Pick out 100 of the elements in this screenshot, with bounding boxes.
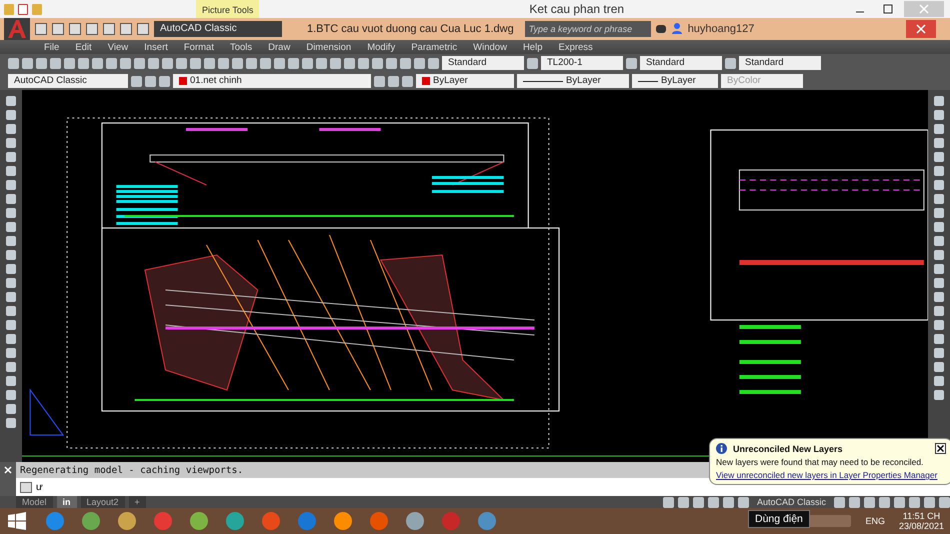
status-icon[interactable] bbox=[894, 496, 905, 508]
user-icon[interactable] bbox=[670, 22, 683, 36]
toolbar-icon[interactable] bbox=[386, 58, 397, 68]
toolbar-icon[interactable] bbox=[134, 58, 145, 68]
status-icon[interactable] bbox=[939, 496, 950, 508]
menu-item[interactable]: Dimension bbox=[298, 42, 360, 52]
status-icon[interactable] bbox=[909, 496, 920, 508]
prompt-icon[interactable] bbox=[20, 482, 32, 492]
status-icon[interactable] bbox=[834, 496, 845, 508]
toolbar-icon[interactable] bbox=[218, 58, 229, 68]
clock-date: 23/08/2021 bbox=[898, 521, 944, 531]
picture-tools-tab[interactable]: Picture Tools bbox=[196, 0, 260, 18]
windows-start-icon[interactable] bbox=[8, 512, 26, 530]
application-menu-button[interactable] bbox=[4, 18, 30, 40]
menu-item[interactable]: File bbox=[36, 42, 68, 52]
file-title: 1.BTC cau vuot duong cau Cua Luc 1.dwg bbox=[307, 23, 514, 35]
search-field[interactable]: Type a keyword or phrase bbox=[524, 21, 651, 37]
document-icon[interactable] bbox=[18, 4, 28, 14]
toolbar-icon[interactable] bbox=[302, 58, 313, 68]
toolbar-icon[interactable] bbox=[372, 58, 383, 68]
toolbar-icon[interactable] bbox=[86, 23, 98, 35]
status-icon[interactable] bbox=[924, 496, 935, 508]
status-icon[interactable] bbox=[849, 496, 860, 508]
toolbar-icon[interactable] bbox=[22, 58, 33, 68]
toolbar-icon[interactable] bbox=[148, 58, 159, 68]
toolbar-icon[interactable] bbox=[204, 58, 215, 68]
layer-dropdown[interactable]: 01.net chinh bbox=[173, 74, 371, 88]
toolbar-icon[interactable] bbox=[344, 58, 355, 68]
menu-item[interactable]: Draw bbox=[260, 42, 298, 52]
language-indicator[interactable]: ENG bbox=[865, 516, 885, 526]
status-icon[interactable] bbox=[662, 496, 674, 508]
toolbar-icon[interactable] bbox=[106, 58, 117, 68]
status-icon[interactable] bbox=[692, 496, 704, 508]
menu-item[interactable]: View bbox=[100, 42, 136, 52]
toolbar-icon[interactable] bbox=[145, 76, 156, 86]
toolbar-icon[interactable] bbox=[50, 58, 61, 68]
menu-item[interactable]: Edit bbox=[67, 42, 100, 52]
toolbar-icon[interactable] bbox=[288, 58, 299, 68]
toolbar-icon[interactable] bbox=[137, 23, 149, 35]
lineweight-dropdown[interactable]: ByLayer bbox=[632, 74, 718, 88]
toolbar-icon[interactable] bbox=[52, 23, 64, 35]
menu-item[interactable]: Parametric bbox=[403, 42, 466, 52]
toolbar-icon[interactable] bbox=[232, 58, 243, 68]
close-icon[interactable] bbox=[935, 443, 946, 454]
command-history: Regenerating model - caching viewports. bbox=[20, 464, 244, 476]
notification-link[interactable]: View unreconciled new layers in Layer Properties Manager bbox=[716, 470, 946, 480]
menu-item[interactable]: Format bbox=[176, 42, 222, 52]
workspace-dropdown[interactable]: AutoCAD Classic bbox=[8, 74, 128, 88]
toolbar-icon[interactable] bbox=[316, 58, 327, 68]
status-icon[interactable] bbox=[864, 496, 875, 508]
style-dropdown[interactable]: TL200-1 bbox=[541, 56, 623, 70]
menu-item[interactable]: Help bbox=[514, 42, 550, 52]
toolbar-icon[interactable] bbox=[274, 58, 285, 68]
toolbar-icon[interactable] bbox=[35, 23, 47, 35]
toolbar-icon[interactable] bbox=[176, 58, 187, 68]
toolbar-icon[interactable] bbox=[92, 58, 103, 68]
toolbar-icon[interactable] bbox=[120, 23, 132, 35]
notification-message: New layers were found that may need to be reconciled. bbox=[716, 457, 924, 467]
toolbar-icon[interactable] bbox=[260, 58, 271, 68]
add-tab-button[interactable]: + bbox=[128, 496, 146, 508]
toolbar-icon[interactable] bbox=[120, 58, 131, 68]
linetype-dropdown[interactable]: ByLayer bbox=[517, 74, 629, 88]
layout-tab[interactable]: Layout2 bbox=[80, 496, 125, 508]
status-icon[interactable] bbox=[722, 496, 734, 508]
menu-item[interactable]: Window bbox=[465, 42, 515, 52]
menu-item[interactable]: Insert bbox=[136, 42, 176, 52]
clock-time: 11:51 CH bbox=[902, 511, 940, 521]
menu-item[interactable]: Tools bbox=[222, 42, 260, 52]
toolbar-icon[interactable] bbox=[8, 58, 19, 68]
workspace-dropdown[interactable]: AutoCAD Classic bbox=[752, 497, 830, 507]
status-icon[interactable] bbox=[879, 496, 890, 508]
toolbar-icon[interactable] bbox=[358, 58, 369, 68]
layout-tab[interactable]: in bbox=[56, 496, 77, 508]
tooltip: Dùng điện bbox=[748, 510, 810, 528]
style-dropdown[interactable]: Standard bbox=[739, 56, 821, 70]
layout-tab[interactable]: Model bbox=[16, 496, 53, 508]
window-title: Ket cau phan tren bbox=[529, 2, 626, 16]
status-icon[interactable] bbox=[708, 496, 719, 508]
status-icon[interactable] bbox=[678, 496, 689, 508]
menu-item[interactable]: Modify bbox=[359, 42, 404, 52]
toolbar-icon[interactable] bbox=[162, 58, 173, 68]
status-icon[interactable] bbox=[738, 496, 749, 508]
workspace-dropdown[interactable]: AutoCAD Classic bbox=[154, 21, 282, 37]
user-name[interactable]: huyhoang127 bbox=[688, 23, 754, 35]
notification-title: Unreconciled New Layers bbox=[733, 444, 844, 454]
style-dropdown[interactable]: Standard bbox=[442, 56, 524, 70]
toolbar-icon[interactable] bbox=[69, 23, 81, 35]
style-dropdown[interactable]: Standard bbox=[640, 56, 722, 70]
toolbar-icon[interactable] bbox=[190, 58, 201, 68]
toolbar-icon[interactable] bbox=[400, 58, 411, 68]
color-dropdown[interactable]: ByLayer bbox=[416, 74, 514, 88]
menu-item[interactable]: Express bbox=[550, 42, 601, 52]
close-icon[interactable] bbox=[0, 462, 16, 478]
toolbar-icon[interactable] bbox=[414, 58, 425, 68]
toolbar-icon[interactable] bbox=[36, 58, 47, 68]
toolbar-icon[interactable] bbox=[64, 58, 75, 68]
toolbar-icon[interactable] bbox=[330, 58, 341, 68]
toolbar-icon[interactable] bbox=[103, 23, 115, 35]
toolbar-icon[interactable] bbox=[246, 58, 257, 68]
toolbar-icon[interactable] bbox=[78, 58, 89, 68]
